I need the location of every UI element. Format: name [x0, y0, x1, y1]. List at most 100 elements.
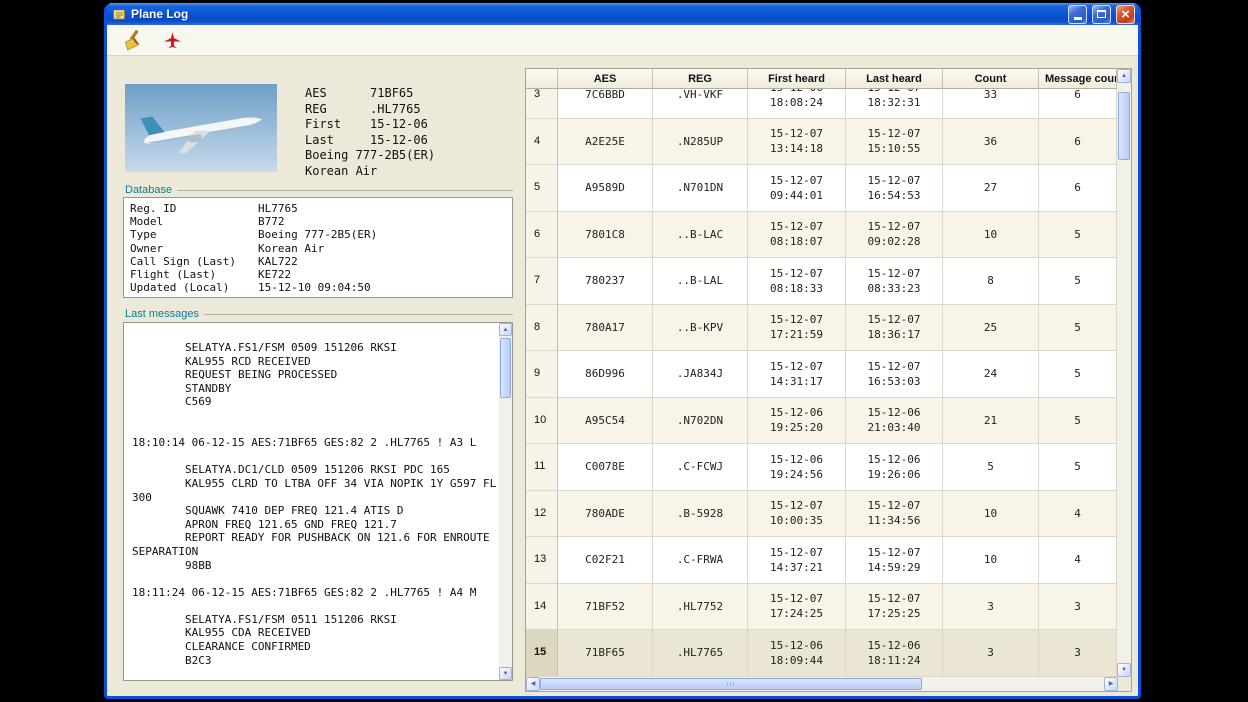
row-number-header[interactable] — [526, 69, 558, 89]
count-cell[interactable]: 3 — [943, 630, 1039, 677]
reg-cell[interactable]: .HL7752 — [653, 584, 748, 631]
reg-cell[interactable]: ..B-LAC — [653, 212, 748, 259]
message-count-cell[interactable]: 4 — [1039, 537, 1117, 584]
first-heard-cell[interactable]: 15-12-07 13:14:18 — [748, 119, 846, 166]
first-heard-cell[interactable]: 15-12-07 08:18:33 — [748, 258, 846, 305]
row-number-cell[interactable]: 13 — [526, 537, 558, 584]
column-header[interactable]: REG — [653, 69, 748, 89]
table-row[interactable]: 7780237..B-LAL15-12-07 08:18:3315-12-07 … — [526, 258, 1117, 305]
last-heard-cell[interactable]: 15-12-07 17:25:25 — [846, 584, 943, 631]
message-count-cell[interactable]: 5 — [1039, 258, 1117, 305]
last-heard-cell[interactable]: 15-12-06 21:03:40 — [846, 398, 943, 445]
row-number-cell[interactable]: 7 — [526, 258, 558, 305]
scrollbar-thumb[interactable] — [500, 338, 511, 398]
message-count-cell[interactable]: 3 — [1039, 630, 1117, 677]
aes-cell[interactable]: 780A17 — [558, 305, 653, 352]
message-count-cell[interactable]: 5 — [1039, 351, 1117, 398]
maximize-button[interactable] — [1092, 5, 1111, 24]
aes-cell[interactable]: C02F21 — [558, 537, 653, 584]
count-cell[interactable]: 10 — [943, 491, 1039, 538]
last-heard-cell[interactable]: 15-12-07 08:33:23 — [846, 258, 943, 305]
count-cell[interactable]: 25 — [943, 305, 1039, 352]
message-count-cell[interactable]: 6 — [1039, 119, 1117, 166]
table-row[interactable]: 37C6BBD.VH-VKF15-12-06 18:08:2415-12-07 … — [526, 89, 1117, 119]
aes-cell[interactable]: A9589D — [558, 165, 653, 212]
table-row[interactable]: 1571BF65.HL776515-12-06 18:09:4415-12-06… — [526, 630, 1117, 677]
row-number-cell[interactable]: 5 — [526, 165, 558, 212]
table-row[interactable]: 1471BF52.HL775215-12-07 17:24:2515-12-07… — [526, 584, 1117, 631]
table-row[interactable]: 12780ADE.B-592815-12-07 10:00:3515-12-07… — [526, 491, 1117, 538]
row-number-cell[interactable]: 8 — [526, 305, 558, 352]
row-number-cell[interactable]: 11 — [526, 444, 558, 491]
count-cell[interactable]: 27 — [943, 165, 1039, 212]
first-heard-cell[interactable]: 15-12-07 09:44:01 — [748, 165, 846, 212]
message-count-cell[interactable]: 4 — [1039, 491, 1117, 538]
table-row[interactable]: 67801C8..B-LAC15-12-07 08:18:0715-12-07 … — [526, 212, 1117, 259]
first-heard-cell[interactable]: 15-12-07 10:00:35 — [748, 491, 846, 538]
row-number-cell[interactable]: 6 — [526, 212, 558, 259]
reg-cell[interactable]: ..B-LAL — [653, 258, 748, 305]
column-header[interactable]: Last heard — [846, 69, 943, 89]
last-heard-cell[interactable]: 15-12-07 09:02:28 — [846, 212, 943, 259]
message-count-cell[interactable]: 6 — [1039, 165, 1117, 212]
message-count-cell[interactable]: 6 — [1039, 89, 1117, 119]
aes-cell[interactable]: 780237 — [558, 258, 653, 305]
titlebar[interactable]: Plane Log — [107, 3, 1138, 25]
first-heard-cell[interactable]: 15-12-07 17:24:25 — [748, 584, 846, 631]
reg-cell[interactable]: .JA834J — [653, 351, 748, 398]
table-row[interactable]: 8780A17..B-KPV15-12-07 17:21:5915-12-07 … — [526, 305, 1117, 352]
column-header[interactable]: Count — [943, 69, 1039, 89]
reg-cell[interactable]: .C-FRWA — [653, 537, 748, 584]
row-number-cell[interactable]: 9 — [526, 351, 558, 398]
plane-marker-button[interactable] — [159, 27, 185, 53]
count-cell[interactable]: 8 — [943, 258, 1039, 305]
first-heard-cell[interactable]: 15-12-07 08:18:07 — [748, 212, 846, 259]
messages-text[interactable]: SELATYA.FS1/FSM 0509 151206 RKSI KAL955 … — [124, 323, 499, 680]
aes-cell[interactable]: 71BF65 — [558, 630, 653, 677]
last-heard-cell[interactable]: 15-12-07 15:10:55 — [846, 119, 943, 166]
first-heard-cell[interactable]: 15-12-07 14:31:17 — [748, 351, 846, 398]
first-heard-cell[interactable]: 15-12-06 19:24:56 — [748, 444, 846, 491]
table-row[interactable]: 11C0078E.C-FCWJ15-12-06 19:24:5615-12-06… — [526, 444, 1117, 491]
row-number-cell[interactable]: 4 — [526, 119, 558, 166]
aes-cell[interactable]: 7801C8 — [558, 212, 653, 259]
last-heard-cell[interactable]: 15-12-06 19:26:06 — [846, 444, 943, 491]
first-heard-cell[interactable]: 15-12-06 18:09:44 — [748, 630, 846, 677]
first-heard-cell[interactable]: 15-12-06 18:08:24 — [748, 89, 846, 119]
count-cell[interactable]: 5 — [943, 444, 1039, 491]
first-heard-cell[interactable]: 15-12-07 14:37:21 — [748, 537, 846, 584]
table-row[interactable]: 10A95C54.N702DN15-12-06 19:25:2015-12-06… — [526, 398, 1117, 445]
message-count-cell[interactable]: 3 — [1039, 584, 1117, 631]
reg-cell[interactable]: .C-FCWJ — [653, 444, 748, 491]
column-header[interactable]: First heard — [748, 69, 846, 89]
column-header[interactable]: Message count — [1039, 69, 1117, 89]
table-row[interactable]: 13C02F21.C-FRWA15-12-07 14:37:2115-12-07… — [526, 537, 1117, 584]
message-count-cell[interactable]: 5 — [1039, 444, 1117, 491]
last-heard-cell[interactable]: 15-12-06 18:11:24 — [846, 630, 943, 677]
last-heard-cell[interactable]: 15-12-07 16:54:53 — [846, 165, 943, 212]
row-number-cell[interactable]: 12 — [526, 491, 558, 538]
reg-cell[interactable]: .N285UP — [653, 119, 748, 166]
count-cell[interactable]: 24 — [943, 351, 1039, 398]
message-count-cell[interactable]: 5 — [1039, 398, 1117, 445]
close-button[interactable] — [1116, 5, 1135, 24]
scroll-left-icon[interactable] — [526, 677, 540, 691]
reg-cell[interactable]: ..B-KPV — [653, 305, 748, 352]
message-count-cell[interactable]: 5 — [1039, 212, 1117, 259]
column-header[interactable]: AES — [558, 69, 653, 89]
table-row[interactable]: 4A2E25E.N285UP15-12-07 13:14:1815-12-07 … — [526, 119, 1117, 166]
last-heard-cell[interactable]: 15-12-07 11:34:56 — [846, 491, 943, 538]
minimize-button[interactable] — [1068, 5, 1087, 24]
reg-cell[interactable]: .N701DN — [653, 165, 748, 212]
row-number-cell[interactable]: 15 — [526, 630, 558, 677]
messages-scrollbar[interactable] — [499, 323, 512, 680]
table-hscrollbar[interactable] — [526, 677, 1118, 691]
reg-cell[interactable]: .N702DN — [653, 398, 748, 445]
scroll-down-icon[interactable] — [1117, 663, 1131, 677]
row-number-cell[interactable]: 14 — [526, 584, 558, 631]
table-row[interactable]: 986D996.JA834J15-12-07 14:31:1715-12-07 … — [526, 351, 1117, 398]
first-heard-cell[interactable]: 15-12-06 19:25:20 — [748, 398, 846, 445]
scroll-right-icon[interactable] — [1104, 677, 1118, 691]
scroll-up-icon[interactable] — [1117, 69, 1131, 83]
count-cell[interactable]: 36 — [943, 119, 1039, 166]
